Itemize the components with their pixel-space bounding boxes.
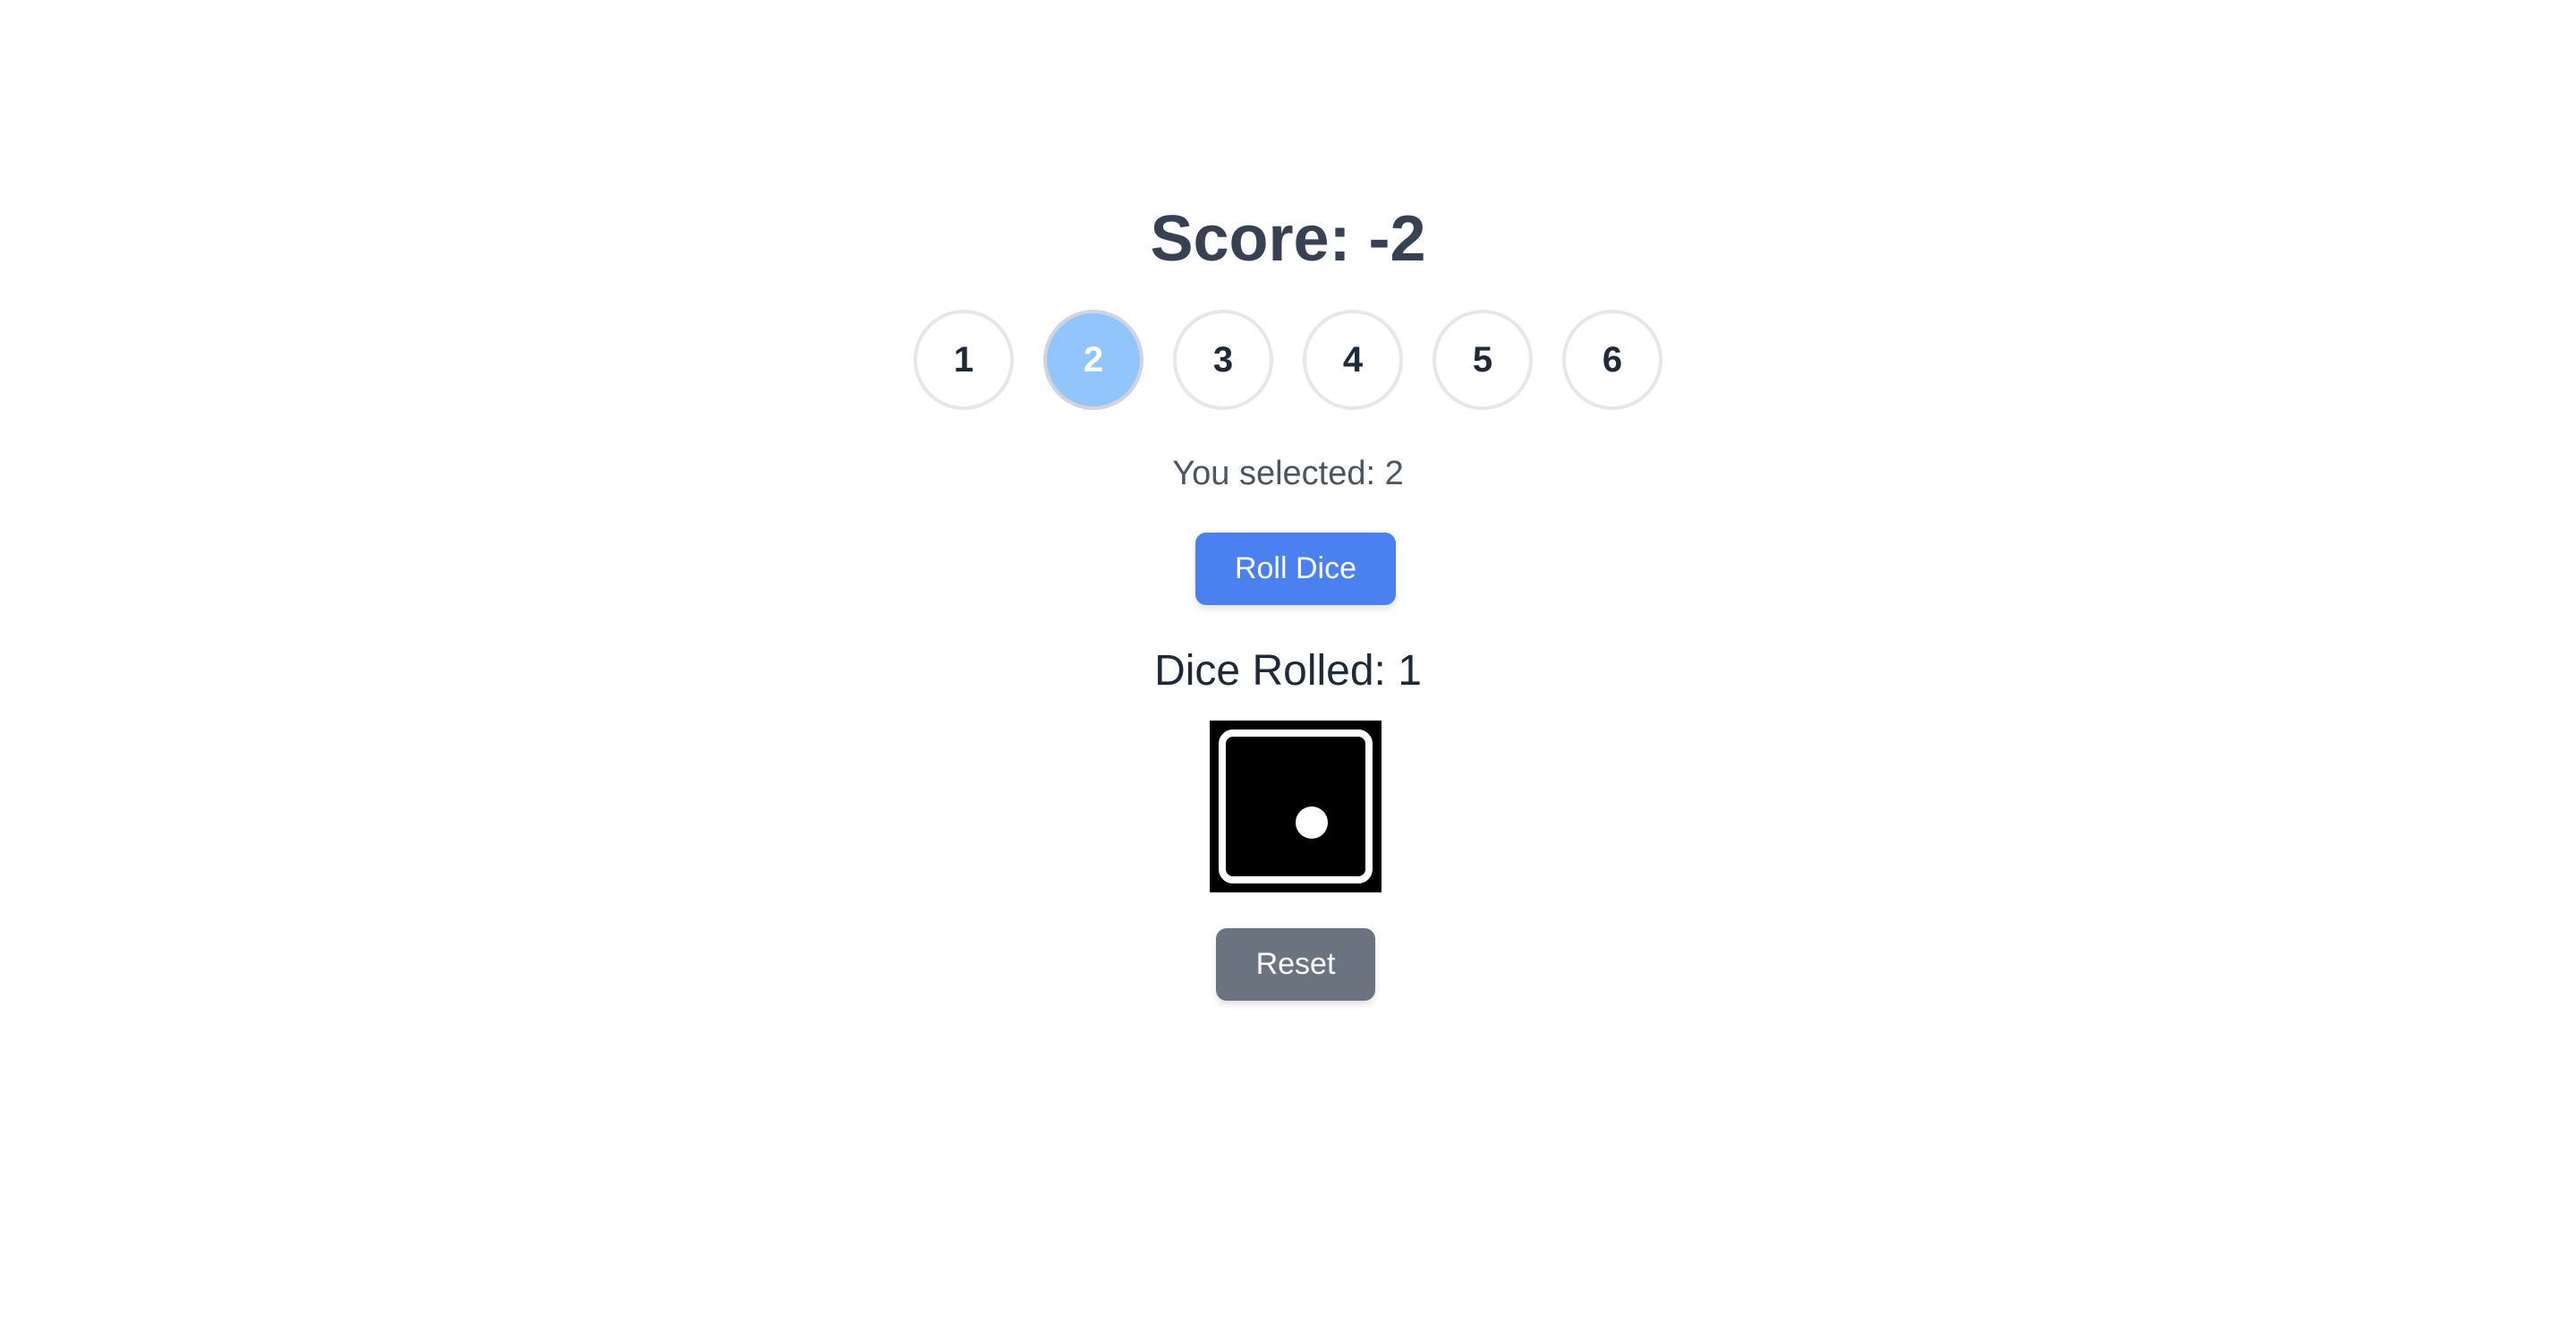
number-selector: 1 2 3 4 5 6 — [0, 310, 2576, 410]
dice-one-icon — [1210, 721, 1382, 892]
roll-dice-button[interactable]: Roll Dice — [1195, 533, 1396, 605]
number-button-4[interactable]: 4 — [1303, 310, 1403, 410]
dice-game-app: Score: -2 1 2 3 4 5 6 You selected: 2 Ro… — [0, 0, 2576, 1331]
number-button-6[interactable]: 6 — [1562, 310, 1662, 410]
die-face-border — [1219, 729, 1373, 883]
number-button-1[interactable]: 1 — [914, 310, 1014, 410]
selected-number-text: You selected: 2 — [1172, 455, 1404, 492]
die-pip — [1296, 806, 1328, 839]
number-button-5[interactable]: 5 — [1433, 310, 1533, 410]
score-title: Score: -2 — [1150, 203, 1426, 275]
dice-rolled-text: Dice Rolled: 1 — [1154, 647, 1422, 695]
reset-button[interactable]: Reset — [1216, 928, 1375, 1001]
number-button-2[interactable]: 2 — [1043, 310, 1143, 410]
number-button-3[interactable]: 3 — [1173, 310, 1273, 410]
